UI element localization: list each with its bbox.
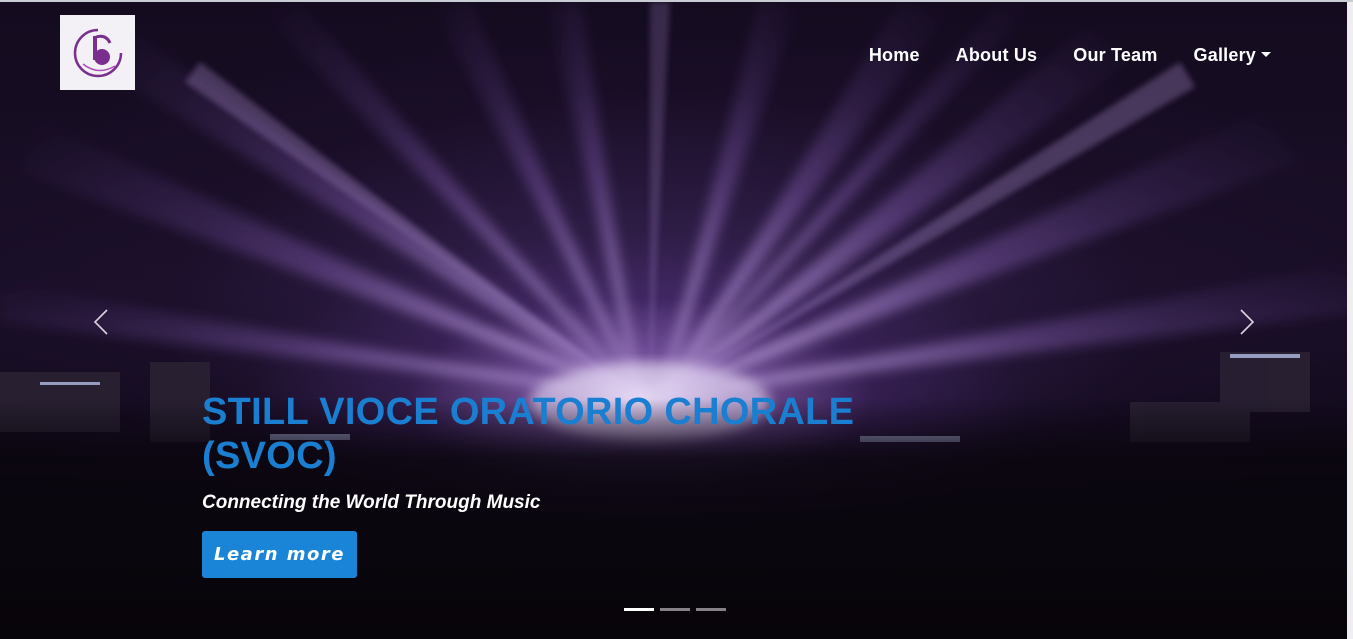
nav-link-gallery-dropdown[interactable]: Gallery [1194, 45, 1271, 66]
nav-link-our-team[interactable]: Our Team [1073, 45, 1157, 66]
carousel-indicators [624, 608, 726, 611]
music-note-logo-icon [73, 28, 122, 77]
carousel-indicator-2[interactable] [660, 608, 690, 611]
hero-carousel: Home About Us Our Team Gallery STILL VIO… [0, 0, 1353, 639]
carousel-prev-button[interactable] [81, 302, 121, 342]
carousel-indicator-3[interactable] [696, 608, 726, 611]
carousel-caption: STILL VIOCE ORATORIO CHORALE (SVOC) Conn… [202, 390, 882, 578]
hero-subtitle: Connecting the World Through Music [202, 492, 541, 513]
learn-more-button[interactable]: Learn more [202, 531, 357, 578]
hero-title: STILL VIOCE ORATORIO CHORALE (SVOC) [202, 391, 855, 477]
nav-menu: Home About Us Our Team Gallery [869, 45, 1271, 66]
carousel-next-button[interactable] [1227, 302, 1267, 342]
nav-link-home[interactable]: Home [869, 45, 920, 66]
carousel-indicator-1[interactable] [624, 608, 654, 611]
caret-down-icon [1261, 51, 1271, 57]
nav-link-gallery-label: Gallery [1193, 45, 1256, 65]
nav-link-about-us[interactable]: About Us [956, 45, 1038, 66]
logo[interactable] [60, 15, 135, 90]
chevron-left-icon [93, 309, 108, 335]
chevron-right-icon [1240, 309, 1255, 335]
window-scrollbar[interactable] [1347, 2, 1353, 639]
navbar: Home About Us Our Team Gallery [60, 15, 1283, 93]
